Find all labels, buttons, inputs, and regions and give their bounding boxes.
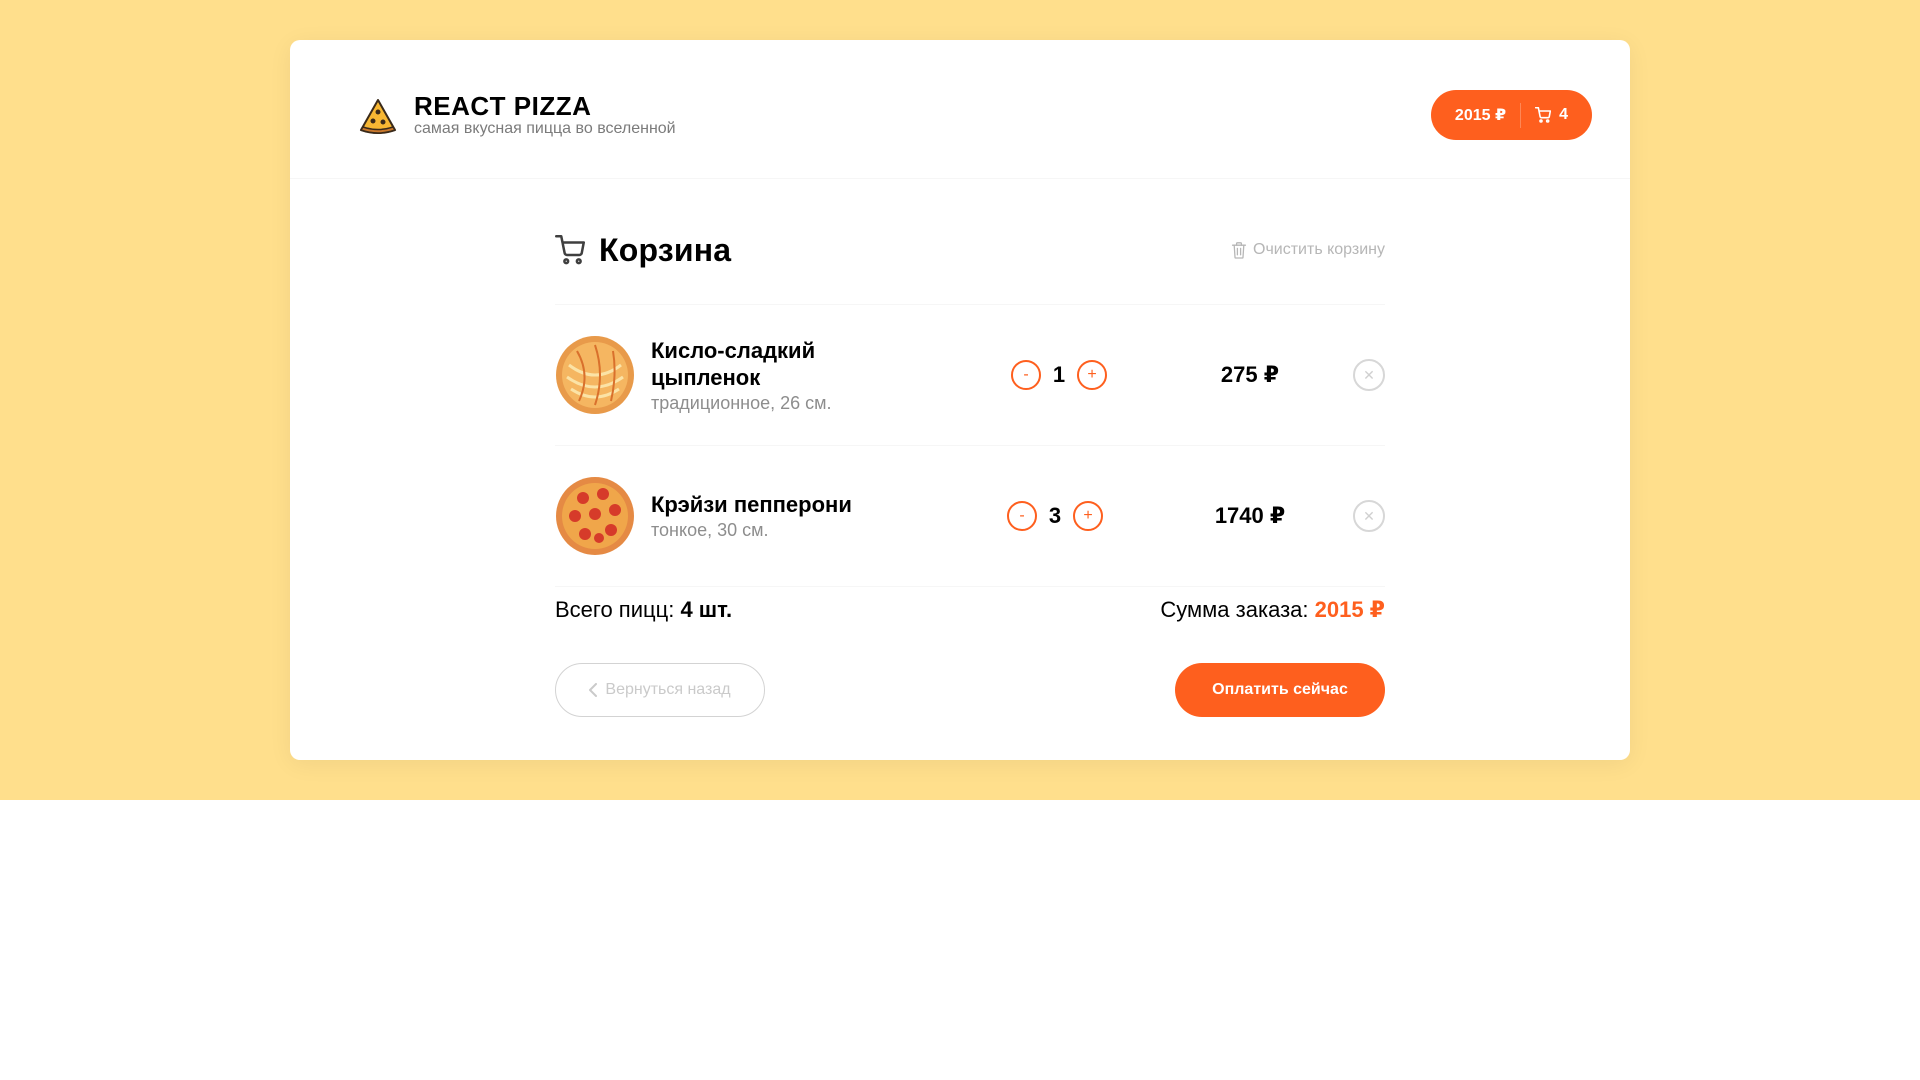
- item-name: Крэйзи пепперони: [651, 492, 852, 517]
- back-button[interactable]: Вернуться назад: [555, 663, 765, 717]
- close-icon: ✕: [1363, 366, 1375, 383]
- trash-icon: [1231, 242, 1247, 259]
- increase-button[interactable]: +: [1077, 360, 1107, 390]
- quantity-stepper: - 3 +: [1007, 501, 1103, 531]
- pizza-image: [556, 477, 634, 555]
- clear-cart-label: Очистить корзину: [1253, 241, 1385, 258]
- total-count-label: Всего пицц:: [555, 597, 681, 622]
- back-button-label: Вернуться назад: [605, 681, 731, 698]
- item-count: 3: [1048, 503, 1062, 528]
- cart-buttons: Вернуться назад Оплатить сейчас: [555, 663, 1385, 717]
- pay-button[interactable]: Оплатить сейчас: [1175, 663, 1385, 717]
- logo[interactable]: REACT PIZZA самая вкусная пицца во вселе…: [358, 93, 676, 138]
- order-sum-label: Сумма заказа:: [1160, 597, 1315, 622]
- item-price: 275 ₽: [1220, 362, 1280, 387]
- item-info: Крэйзи пепперони тонкое, 30 см.: [651, 491, 911, 541]
- increase-button[interactable]: +: [1073, 501, 1103, 531]
- order-sum-value: 2015 ₽: [1314, 597, 1385, 622]
- item-description: тонкое, 30 см.: [651, 520, 769, 540]
- header: REACT PIZZA самая вкусная пицца во вселе…: [290, 40, 1630, 179]
- logo-title: REACT PIZZA: [414, 91, 592, 121]
- remove-item-button[interactable]: ✕: [1353, 500, 1385, 532]
- item-info: Кисло-сладкий цыпленок традиционное, 26 …: [651, 337, 911, 414]
- header-cart-count: 4: [1559, 106, 1568, 123]
- item-count: 1: [1052, 362, 1066, 387]
- item-price: 1740 ₽: [1214, 503, 1286, 528]
- cart-details: Всего пицц: 4 шт. Сумма заказа: 2015 ₽: [555, 597, 1385, 623]
- cart-icon: [1535, 107, 1552, 123]
- app-wrapper: REACT PIZZA самая вкусная пицца во вселе…: [290, 40, 1630, 760]
- order-sum: Сумма заказа: 2015 ₽: [1160, 597, 1385, 623]
- chevron-left-icon: [589, 683, 598, 697]
- header-cart-button[interactable]: 2015 ₽ 4: [1430, 90, 1592, 140]
- cart-content: Корзина Очистить корзину Кисло-сладкий ц…: [555, 218, 1385, 717]
- quantity-stepper: - 1 +: [1011, 360, 1107, 390]
- cart-title: Корзина: [555, 232, 731, 269]
- pizza-image: [556, 336, 634, 414]
- total-count-value: 4 шт.: [680, 597, 733, 622]
- cart-item: Кисло-сладкий цыпленок традиционное, 26 …: [555, 305, 1385, 446]
- clear-cart-button[interactable]: Очистить корзину: [1231, 241, 1385, 259]
- close-icon: ✕: [1363, 507, 1375, 524]
- cart-icon: [555, 235, 585, 265]
- cart-item: Крэйзи пепперони тонкое, 30 см. - 3 + 17…: [555, 446, 1385, 587]
- item-description: традиционное, 26 см.: [651, 392, 832, 413]
- pizza-logo-icon: [359, 98, 397, 134]
- header-cart-price: 2015 ₽: [1454, 107, 1507, 124]
- total-count: Всего пицц: 4 шт.: [555, 597, 732, 623]
- decrease-button[interactable]: -: [1007, 501, 1037, 531]
- pay-button-label: Оплатить сейчас: [1212, 681, 1348, 698]
- remove-item-button[interactable]: ✕: [1353, 359, 1385, 391]
- item-name: Кисло-сладкий цыпленок: [651, 337, 816, 390]
- logo-subtitle: самая вкусная пицца во вселенной: [414, 120, 676, 137]
- cart-title-text: Корзина: [599, 231, 732, 268]
- cart-top: Корзина Очистить корзину: [555, 218, 1385, 305]
- divider: [1520, 102, 1522, 128]
- decrease-button[interactable]: -: [1011, 360, 1041, 390]
